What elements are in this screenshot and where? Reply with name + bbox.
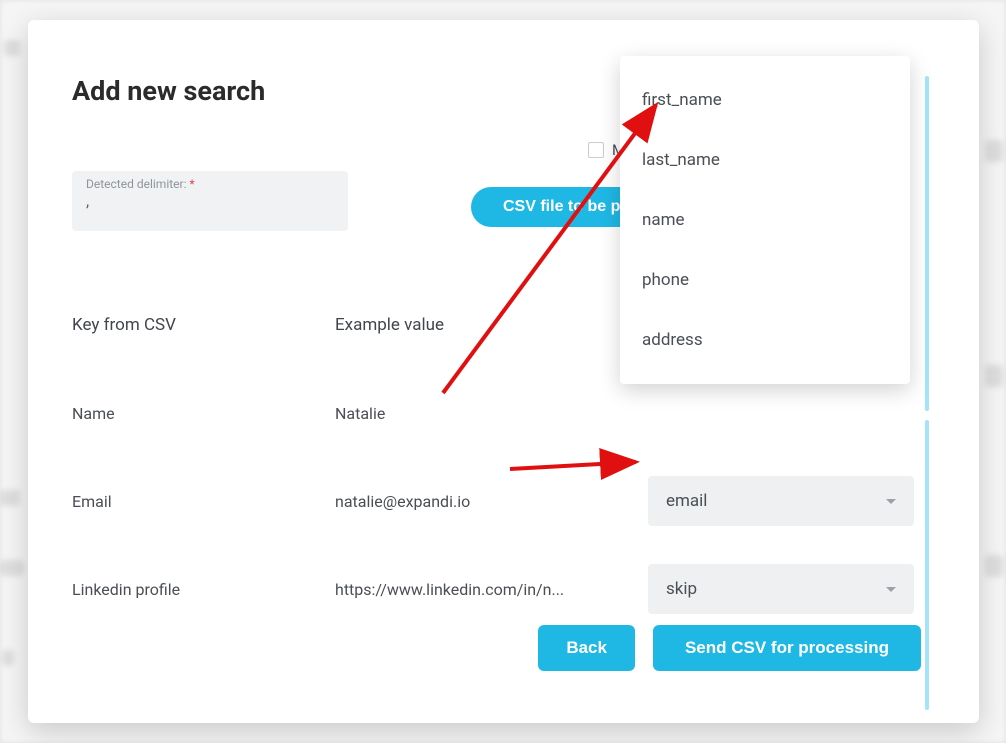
delimiter-value: , bbox=[86, 191, 334, 210]
delimiter-label: Detected delimiter: * bbox=[86, 177, 334, 191]
mapping-dropdown[interactable]: first_name last_name name phone address bbox=[620, 56, 910, 384]
checkbox[interactable] bbox=[588, 142, 604, 158]
send-csv-button[interactable]: Send CSV for processing bbox=[653, 625, 921, 671]
chevron-down-icon bbox=[886, 499, 896, 504]
scroll-indicator bbox=[925, 76, 929, 411]
header-key: Key from CSV bbox=[72, 315, 335, 335]
select-value: email bbox=[666, 491, 707, 511]
dropdown-option-last-name[interactable]: last_name bbox=[620, 130, 910, 190]
dropdown-option-first-name[interactable]: first_name bbox=[620, 70, 910, 130]
header-example: Example value bbox=[335, 315, 648, 335]
row-example: Natalie bbox=[335, 404, 648, 423]
row-key: Name bbox=[72, 404, 335, 423]
dropdown-option-phone[interactable]: phone bbox=[620, 250, 910, 310]
dropdown-option-address[interactable]: address bbox=[620, 310, 910, 370]
delimiter-input[interactable]: Detected delimiter: * , bbox=[72, 171, 348, 231]
row-example: https://www.linkedin.com/in/n... bbox=[335, 580, 648, 599]
mapping-select-email[interactable]: email bbox=[648, 476, 914, 526]
dropdown-option-name[interactable]: name bbox=[620, 190, 910, 250]
row-key: Email bbox=[72, 492, 335, 511]
chevron-down-icon bbox=[886, 587, 896, 592]
row-key: Linkedin profile bbox=[72, 580, 335, 599]
footer-buttons: Back Send CSV for processing bbox=[538, 625, 921, 671]
mapping-select-linkedin[interactable]: skip bbox=[648, 564, 914, 614]
select-value: skip bbox=[666, 579, 697, 599]
row-example: natalie@expandi.io bbox=[335, 492, 648, 511]
table-row: Linkedin profile https://www.linkedin.co… bbox=[72, 545, 952, 633]
scroll-indicator bbox=[925, 420, 929, 710]
back-button[interactable]: Back bbox=[538, 625, 635, 671]
table-row: Email natalie@expandi.io email bbox=[72, 457, 952, 545]
